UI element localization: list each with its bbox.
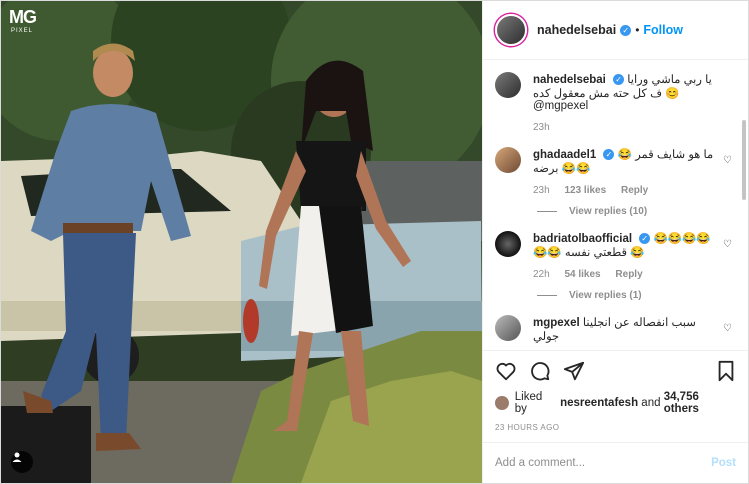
verified-badge-icon: ✓: [603, 149, 615, 161]
header-separator: •: [635, 23, 640, 37]
comment-like-heart-icon[interactable]: ♡: [723, 239, 732, 250]
verified-badge-icon: ✓: [639, 233, 651, 245]
post-header: nahedelsebai ✓ • Follow: [483, 1, 748, 60]
post-timestamp: 23 HOURS AGO: [495, 423, 560, 432]
comment-avatar[interactable]: [495, 147, 521, 173]
user-tag-icon: [12, 452, 22, 462]
post-side-panel: nahedelsebai ✓ • Follow nahedelsebai ✓ ي…: [482, 1, 748, 483]
author-username[interactable]: nahedelsebai: [537, 23, 616, 37]
logo-subtext: PIXEL: [10, 28, 33, 34]
comment-meta: 22h 54 likes Reply: [533, 269, 718, 280]
caption: nahedelsebai ✓ يا ربي ماشي ورايا ف كل حت…: [495, 72, 736, 133]
comments-scrollbar[interactable]: [742, 120, 746, 200]
bookmark-icon[interactable]: [716, 360, 736, 382]
share-icon[interactable]: [563, 360, 585, 382]
post-comment-button[interactable]: Post: [711, 457, 736, 469]
comment: ghadaadel1 ✓ ما هو شايف قمر 😂😂😂 برضه 23h…: [495, 147, 736, 196]
instagram-post-modal: MG PIXEL nahedelsebai ✓ • Follow nahedel…: [0, 0, 749, 484]
caption-time: 23h: [533, 122, 550, 133]
comment-avatar[interactable]: [495, 231, 521, 257]
comment-like-heart-icon[interactable]: ♡: [723, 323, 732, 334]
replies-divider: [537, 295, 557, 296]
verified-badge-icon: ✓: [620, 24, 632, 36]
view-replies-button[interactable]: View replies (10): [537, 206, 736, 217]
comment-time: 22h: [533, 269, 550, 280]
caption-username[interactable]: nahedelsebai: [533, 74, 606, 86]
likes-count[interactable]: 34,756 others: [664, 391, 736, 415]
comment: badriatolbaofficial ✓ 😂😂😂😂😂😂 قطعتي نفسه …: [495, 231, 736, 280]
logo-letters: MG: [9, 7, 37, 27]
photo-illustration: [1, 1, 482, 483]
follow-button[interactable]: Follow: [643, 23, 683, 37]
likes-middle: and: [641, 397, 661, 409]
user-tag-button[interactable]: [11, 451, 33, 473]
comment: mgpexel سبب انفصاله عن انجلينا جولي ♡: [495, 315, 736, 343]
liker-username[interactable]: nesreentafesh: [560, 397, 638, 409]
comment-like-heart-icon[interactable]: ♡: [723, 155, 732, 166]
add-comment-bar: Add a comment... Post: [483, 442, 748, 483]
comment-icon[interactable]: [529, 360, 551, 382]
comment-reply-button[interactable]: Reply: [615, 269, 642, 280]
view-replies-label: View replies (10): [569, 206, 648, 217]
comment-meta: 23h 123 likes Reply: [533, 185, 718, 196]
comments-list[interactable]: nahedelsebai ✓ يا ربي ماشي ورايا ف كل حت…: [483, 60, 748, 350]
caption-meta: 23h: [533, 122, 718, 133]
replies-divider: [537, 211, 557, 212]
comment-username[interactable]: mgpexel: [533, 317, 580, 329]
post-photo[interactable]: MG PIXEL: [1, 1, 482, 483]
post-actions: Liked by nesreentafesh and 34,756 others…: [483, 350, 748, 442]
view-replies-label: View replies (1): [569, 290, 642, 301]
action-icons-row: [495, 359, 736, 383]
likes-prefix: Liked by: [514, 391, 543, 415]
author-avatar[interactable]: [495, 14, 527, 46]
mgpexel-watermark-logo: MG PIXEL: [9, 7, 37, 51]
comment-avatar[interactable]: [495, 315, 521, 341]
comment-username[interactable]: badriatolbaofficial: [533, 233, 632, 245]
likes-summary[interactable]: Liked by nesreentafesh and 34,756 others: [495, 391, 736, 415]
comment-likes[interactable]: 54 likes: [564, 269, 600, 280]
comment-reply-button[interactable]: Reply: [621, 185, 648, 196]
heart-icon[interactable]: [495, 360, 517, 382]
comment-username[interactable]: ghadaadel1: [533, 149, 596, 161]
caption-avatar[interactable]: [495, 72, 521, 98]
liker-avatar: [495, 396, 509, 410]
verified-badge-icon: ✓: [613, 74, 625, 86]
add-comment-input[interactable]: Add a comment...: [495, 457, 711, 469]
comment-likes[interactable]: 123 likes: [564, 185, 606, 196]
comment-time: 23h: [533, 185, 550, 196]
view-replies-button[interactable]: View replies (1): [537, 290, 736, 301]
